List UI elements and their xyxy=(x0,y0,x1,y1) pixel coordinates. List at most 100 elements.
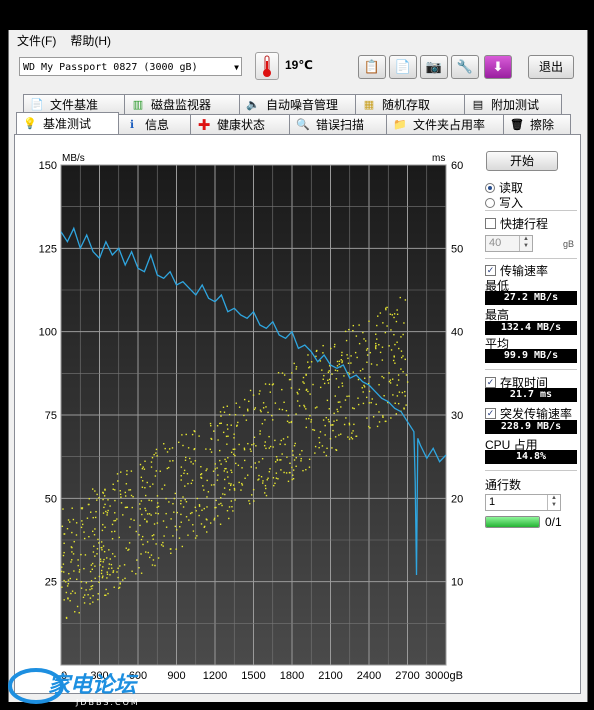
access-time-point xyxy=(301,450,303,452)
access-time-point xyxy=(348,395,350,397)
copy-info-button[interactable]: 📄 xyxy=(389,55,417,79)
access-time-point xyxy=(92,601,94,603)
menu-bar: 文件(F) 帮助(H) xyxy=(9,30,587,50)
access-time-point xyxy=(286,420,289,423)
access-time-point xyxy=(162,520,165,522)
access-time-point xyxy=(341,382,343,384)
access-time-point xyxy=(347,357,349,360)
access-time-point xyxy=(228,517,230,520)
x-tick-label: 2700 xyxy=(395,670,419,682)
tab-noise-management[interactable]: 🔈 自动噪音管理 xyxy=(239,94,356,114)
access-time-point xyxy=(274,482,276,485)
access-time-point xyxy=(102,523,104,526)
access-time-point xyxy=(305,408,307,410)
access-time-point xyxy=(155,470,158,472)
tab-extra-tests[interactable]: ▤ 附加测试 xyxy=(464,94,562,114)
tab-info[interactable]: ℹ 信息 xyxy=(118,114,191,134)
access-time-point xyxy=(120,502,123,504)
passes-spinner[interactable]: 1 ▲ ▼ xyxy=(485,494,561,511)
access-time-point xyxy=(234,454,236,457)
access-time-point xyxy=(350,362,352,364)
y-right-tick-label: 10 xyxy=(451,577,463,589)
access-time-point xyxy=(222,493,224,495)
tab-erase[interactable]: 🗑 擦除 xyxy=(503,114,571,134)
start-button[interactable]: 开始 xyxy=(486,151,558,171)
divider xyxy=(485,210,577,211)
access-time-point xyxy=(80,581,83,583)
y-right-tick-label: 60 xyxy=(451,160,463,172)
access-time-point xyxy=(144,518,146,520)
y-left-tick-label: 150 xyxy=(39,160,57,172)
access-time-point xyxy=(216,479,219,481)
access-time-point xyxy=(194,506,197,509)
access-time-point xyxy=(357,378,360,381)
access-time-point xyxy=(139,463,142,466)
spin-arrows-icon[interactable]: ▲ ▼ xyxy=(519,236,532,251)
access-time-point xyxy=(278,408,281,410)
access-time-point xyxy=(336,419,338,421)
access-time-point xyxy=(145,509,147,512)
access-time-point xyxy=(165,497,167,500)
access-time-point xyxy=(223,411,226,413)
access-time-point xyxy=(119,565,121,567)
access-time-point xyxy=(334,369,337,371)
download-button[interactable]: ⬇ xyxy=(484,55,512,79)
access-time-point xyxy=(214,463,216,465)
access-time-point xyxy=(234,499,236,501)
access-time-point xyxy=(65,616,68,619)
access-time-point xyxy=(224,458,226,461)
access-time-point xyxy=(352,371,355,373)
quick-stroke-checkbox[interactable]: 快捷行程 xyxy=(485,215,548,232)
access-time-point xyxy=(275,477,278,479)
access-time-point xyxy=(394,362,396,364)
access-time-point xyxy=(157,502,159,504)
access-time-point xyxy=(259,409,262,411)
write-radio[interactable]: 写入 xyxy=(485,194,523,211)
drive-select[interactable]: WD My Passport 0827 (3000 gB) ▼ xyxy=(19,57,242,76)
access-time-point xyxy=(238,443,240,446)
access-time-point xyxy=(292,469,295,471)
access-time-point xyxy=(83,567,85,570)
copy-text-button[interactable]: 📋 xyxy=(358,55,386,79)
access-time-point xyxy=(142,466,144,468)
screenshot-button[interactable]: 📷 xyxy=(420,55,448,79)
access-time-point xyxy=(175,548,177,550)
options-button[interactable]: 🔧 xyxy=(451,55,479,79)
y-left-tick-label: 50 xyxy=(45,493,57,505)
access-time-point xyxy=(117,480,119,482)
access-time-point xyxy=(235,462,237,465)
access-time-point xyxy=(377,315,379,317)
quick-stroke-size[interactable]: 40 ▲ ▼ xyxy=(485,235,533,252)
menu-file[interactable]: 文件(F) xyxy=(11,32,62,49)
spin-arrows-icon[interactable]: ▲ ▼ xyxy=(547,495,560,510)
tab-label: 磁盘监视器 xyxy=(151,98,212,112)
access-time-point xyxy=(112,483,114,485)
access-time-point xyxy=(189,457,191,460)
access-time-point xyxy=(324,434,326,436)
tab-benchmark[interactable]: 💡 基准测试 xyxy=(16,112,119,134)
access-time-point xyxy=(91,562,94,565)
random-access-icon: ▦ xyxy=(363,99,375,111)
access-time-point xyxy=(78,569,81,571)
access-time-point xyxy=(228,506,231,508)
tab-disk-monitor[interactable]: ▥ 磁盘监视器 xyxy=(124,94,240,114)
access-time-point xyxy=(252,488,255,491)
tab-folder-usage[interactable]: 📁 文件夹占用率 xyxy=(386,114,504,134)
access-time-point xyxy=(378,421,381,423)
access-time-point xyxy=(322,344,324,347)
access-time-point xyxy=(200,523,203,525)
tab-health[interactable]: ✚ 健康状态 xyxy=(190,114,290,134)
tab-random-access[interactable]: ▦ 随机存取 xyxy=(355,94,465,114)
access-time-point xyxy=(243,447,246,449)
access-time-point xyxy=(209,522,212,524)
access-time-point xyxy=(330,424,332,426)
tab-file-benchmark[interactable]: 📄 文件基准 xyxy=(23,94,125,114)
access-time-point xyxy=(162,545,164,547)
access-time-point xyxy=(151,456,154,459)
access-time-point xyxy=(94,490,96,492)
access-time-point xyxy=(291,450,294,452)
access-time-point xyxy=(298,388,301,391)
exit-button[interactable]: 退出 xyxy=(528,55,574,79)
tab-error-scan[interactable]: 🔍 错误扫描 xyxy=(289,114,387,134)
menu-help[interactable]: 帮助(H) xyxy=(64,32,117,49)
